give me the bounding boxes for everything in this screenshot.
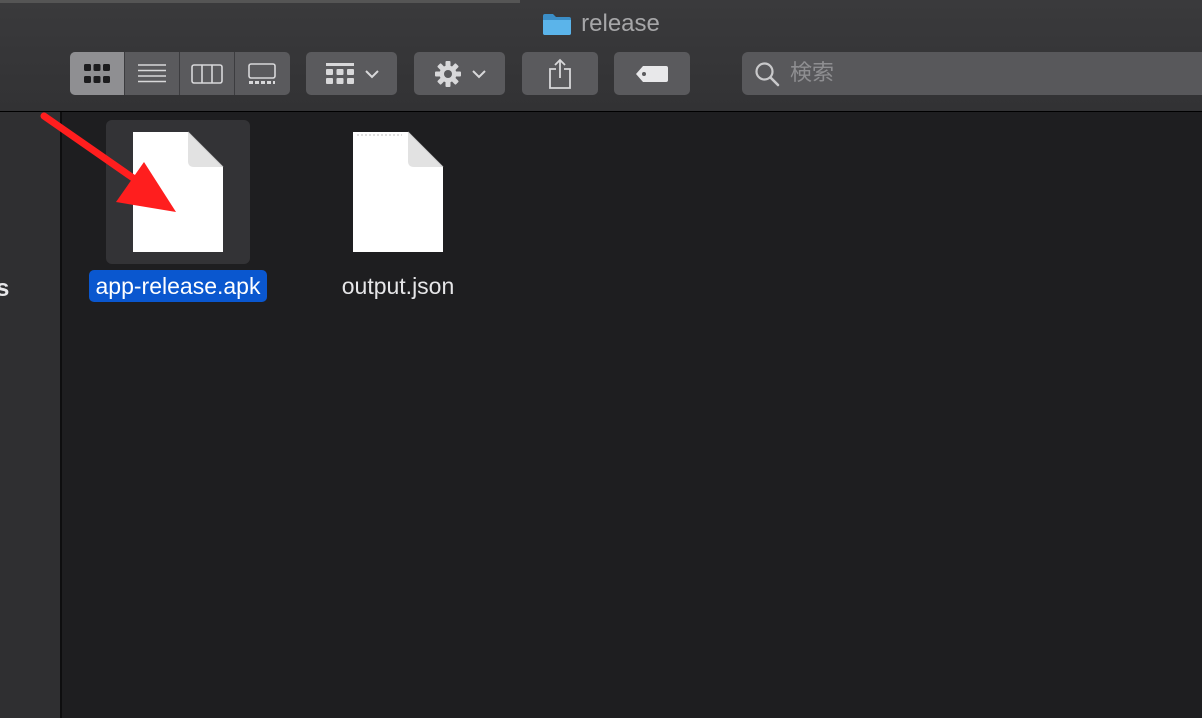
group-by-button[interactable] [306,52,397,95]
share-icon [549,58,571,89]
file-icon-container[interactable] [106,120,250,264]
view-mode-segmented-control [70,52,290,95]
share-button[interactable] [522,52,598,95]
sidebar: s [0,112,62,718]
columns-icon [191,63,223,84]
document-icon [353,131,444,252]
tag-icon [636,65,668,82]
gear-icon [434,60,461,87]
file-item-app-release-apk[interactable]: app-release.apk [78,120,278,302]
chevron-down-icon [471,69,486,78]
finder-window: release 検索 app-release.apk output.json [0,0,1202,718]
window-title: release [581,10,660,37]
gallery-view-button[interactable] [235,52,289,95]
search-icon [755,61,780,86]
chevron-down-icon [364,69,379,78]
tag-button[interactable] [614,52,690,95]
action-menu-button[interactable] [414,52,505,95]
list-view-button[interactable] [125,52,180,95]
search-field[interactable] [742,52,1202,95]
grid-icon [84,63,110,83]
file-name-label[interactable]: app-release.apk [88,270,268,302]
file-item-output-json[interactable]: output.json [298,120,498,302]
folder-icon [543,14,572,35]
window-title-area: release [0,10,1202,40]
column-view-button[interactable] [180,52,235,95]
file-name-label[interactable]: output.json [335,270,462,302]
group-grid-icon [325,62,354,84]
document-icon [133,131,224,252]
list-icon [138,63,166,82]
file-browser-area[interactable]: app-release.apk output.json [62,112,1202,718]
icon-view-button[interactable] [70,52,125,95]
top-edge [0,0,520,3]
title-bar: release [0,0,1202,112]
file-icon-container[interactable] [326,120,470,264]
sidebar-item-label[interactable]: s [0,275,9,303]
search-input[interactable] [788,60,1172,87]
gallery-icon [248,62,276,84]
